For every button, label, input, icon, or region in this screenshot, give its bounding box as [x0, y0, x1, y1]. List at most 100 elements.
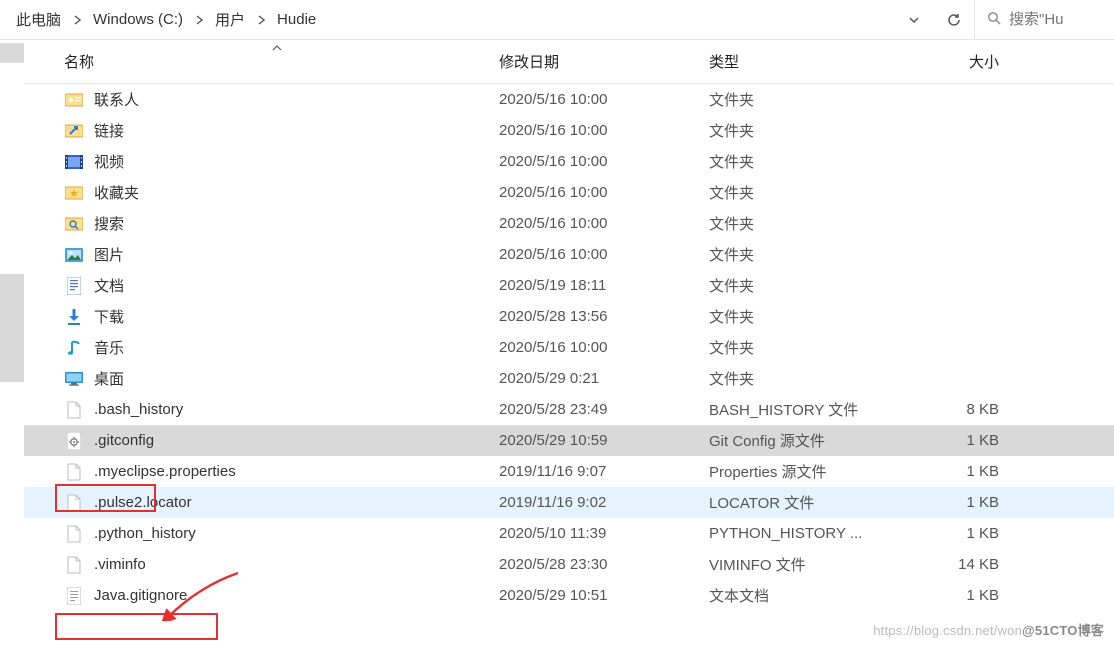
breadcrumb-item[interactable]: Windows (C:) [87, 7, 189, 32]
file-row[interactable]: 下载2020/5/28 13:56文件夹 [24, 301, 1114, 332]
chevron-right-icon[interactable] [191, 12, 207, 28]
cell-date: 2020/5/16 10:00 [499, 215, 709, 232]
cell-date: 2020/5/16 10:00 [499, 122, 709, 139]
links-icon [64, 121, 84, 141]
chevron-right-icon[interactable] [253, 12, 269, 28]
cell-size: 1 KB [909, 463, 1029, 480]
file-name: 文档 [94, 275, 124, 296]
breadcrumb-item[interactable]: Hudie [271, 7, 322, 32]
file-name: 联系人 [94, 89, 139, 110]
file-name: .bash_history [94, 401, 183, 418]
file-row[interactable]: 文档2020/5/19 18:11文件夹 [24, 270, 1114, 301]
cell-type: VIMINFO 文件 [709, 554, 909, 575]
breadcrumb-item[interactable]: 此电脑 [10, 5, 67, 34]
cell-date: 2020/5/10 11:39 [499, 525, 709, 542]
file-list-view: 名称 修改日期 类型 大小 联系人2020/5/16 10:00文件夹链接202… [24, 40, 1114, 645]
breadcrumb[interactable]: 此电脑 Windows (C:) 用户 Hudie [10, 0, 894, 39]
file-row[interactable]: .pulse2.locator 2019/11/16 9:02LOCATOR 文件… [24, 487, 1114, 518]
cell-date: 2020/5/28 13:56 [499, 308, 709, 325]
file-row[interactable]: 联系人2020/5/16 10:00文件夹 [24, 84, 1114, 115]
cell-type: Git Config 源文件 [709, 430, 909, 451]
file-icon [64, 462, 84, 482]
file-row[interactable]: .bash_history2020/5/28 23:49BASH_HISTORY… [24, 394, 1114, 425]
file-name: .pulse2.locator [94, 494, 192, 511]
videos-icon [64, 152, 84, 172]
file-row[interactable]: .python_history2020/5/10 11:39PYTHON_HIS… [24, 518, 1114, 549]
file-icon [64, 524, 84, 544]
cell-size: 14 KB [909, 556, 1029, 573]
file-name: 下载 [94, 306, 124, 327]
cell-name: .python_history [64, 524, 499, 544]
cell-size: 1 KB [909, 587, 1029, 604]
file-row[interactable]: .viminfo2020/5/28 23:30VIMINFO 文件14 KB [24, 549, 1114, 580]
file-row[interactable]: 图片2020/5/16 10:00文件夹 [24, 239, 1114, 270]
file-row[interactable]: .gitconfig2020/5/29 10:59Git Config 源文件1… [24, 425, 1114, 456]
cell-name: Java.gitignore [64, 586, 499, 606]
cell-size: 1 KB [909, 525, 1029, 542]
file-row[interactable]: 链接2020/5/16 10:00文件夹 [24, 115, 1114, 146]
cell-date: 2020/5/16 10:00 [499, 339, 709, 356]
cell-size: 1 KB [909, 494, 1029, 511]
file-row[interactable]: 桌面2020/5/29 0:21文件夹 [24, 363, 1114, 394]
address-controls [894, 0, 974, 39]
file-name: 音乐 [94, 337, 124, 358]
cell-date: 2020/5/29 10:51 [499, 587, 709, 604]
downloads-icon [64, 307, 84, 327]
nav-pane-gutter [0, 40, 24, 645]
cell-name: 收藏夹 [64, 182, 499, 203]
cell-type: 文件夹 [709, 89, 909, 110]
column-header-date[interactable]: 修改日期 [499, 51, 709, 72]
cell-type: 文件夹 [709, 213, 909, 234]
cell-name: 视频 [64, 151, 499, 172]
search-input[interactable] [1009, 11, 1114, 28]
cell-date: 2019/11/16 9:02 [499, 494, 709, 511]
cell-date: 2020/5/29 0:21 [499, 370, 709, 387]
cell-name: 音乐 [64, 337, 499, 358]
cell-type: 文件夹 [709, 151, 909, 172]
contacts-icon [64, 90, 84, 110]
cell-date: 2020/5/19 18:11 [499, 277, 709, 294]
file-row[interactable]: 收藏夹2020/5/16 10:00文件夹 [24, 177, 1114, 208]
cell-size: 1 KB [909, 432, 1029, 449]
cell-date: 2020/5/28 23:30 [499, 556, 709, 573]
file-icon [64, 493, 84, 513]
column-header-row: 名称 修改日期 类型 大小 [24, 40, 1114, 84]
file-name: 链接 [94, 120, 124, 141]
documents-icon [64, 276, 84, 296]
cell-type: BASH_HISTORY 文件 [709, 399, 909, 420]
file-row[interactable]: 搜索2020/5/16 10:00文件夹 [24, 208, 1114, 239]
column-header-name[interactable]: 名称 [64, 51, 499, 72]
file-row[interactable]: Java.gitignore2020/5/29 10:51文本文档1 KB [24, 580, 1114, 611]
pictures-icon [64, 245, 84, 265]
scroll-indicator [0, 43, 24, 63]
file-row[interactable]: .myeclipse.properties2019/11/16 9:07Prop… [24, 456, 1114, 487]
cell-size: 8 KB [909, 401, 1029, 418]
cell-name: 文档 [64, 275, 499, 296]
txt-icon [64, 586, 84, 606]
search-box[interactable] [974, 0, 1114, 39]
chevron-right-icon[interactable] [69, 12, 85, 28]
search-icon [64, 214, 84, 234]
cell-name: 桌面 [64, 368, 499, 389]
recent-locations-button[interactable] [894, 0, 934, 39]
column-header-type[interactable]: 类型 [709, 51, 909, 72]
cell-name: 链接 [64, 120, 499, 141]
file-icon [64, 400, 84, 420]
cell-type: 文件夹 [709, 244, 909, 265]
file-name: 收藏夹 [94, 182, 139, 203]
file-row[interactable]: 音乐 2020/5/16 10:00文件夹 [24, 332, 1114, 363]
search-icon [987, 11, 1001, 29]
file-name: 视频 [94, 151, 124, 172]
cell-name: .myeclipse.properties [64, 462, 499, 482]
file-row[interactable]: 视频2020/5/16 10:00文件夹 [24, 146, 1114, 177]
file-name: .gitconfig [94, 432, 154, 449]
cell-name: 联系人 [64, 89, 499, 110]
refresh-button[interactable] [934, 0, 974, 39]
cell-type: LOCATOR 文件 [709, 492, 909, 513]
cell-type: 文件夹 [709, 337, 909, 358]
desktop-icon [64, 369, 84, 389]
breadcrumb-item[interactable]: 用户 [209, 5, 251, 34]
file-name: Java.gitignore [94, 587, 187, 604]
file-name: 图片 [94, 244, 124, 265]
column-header-size[interactable]: 大小 [909, 51, 1029, 72]
